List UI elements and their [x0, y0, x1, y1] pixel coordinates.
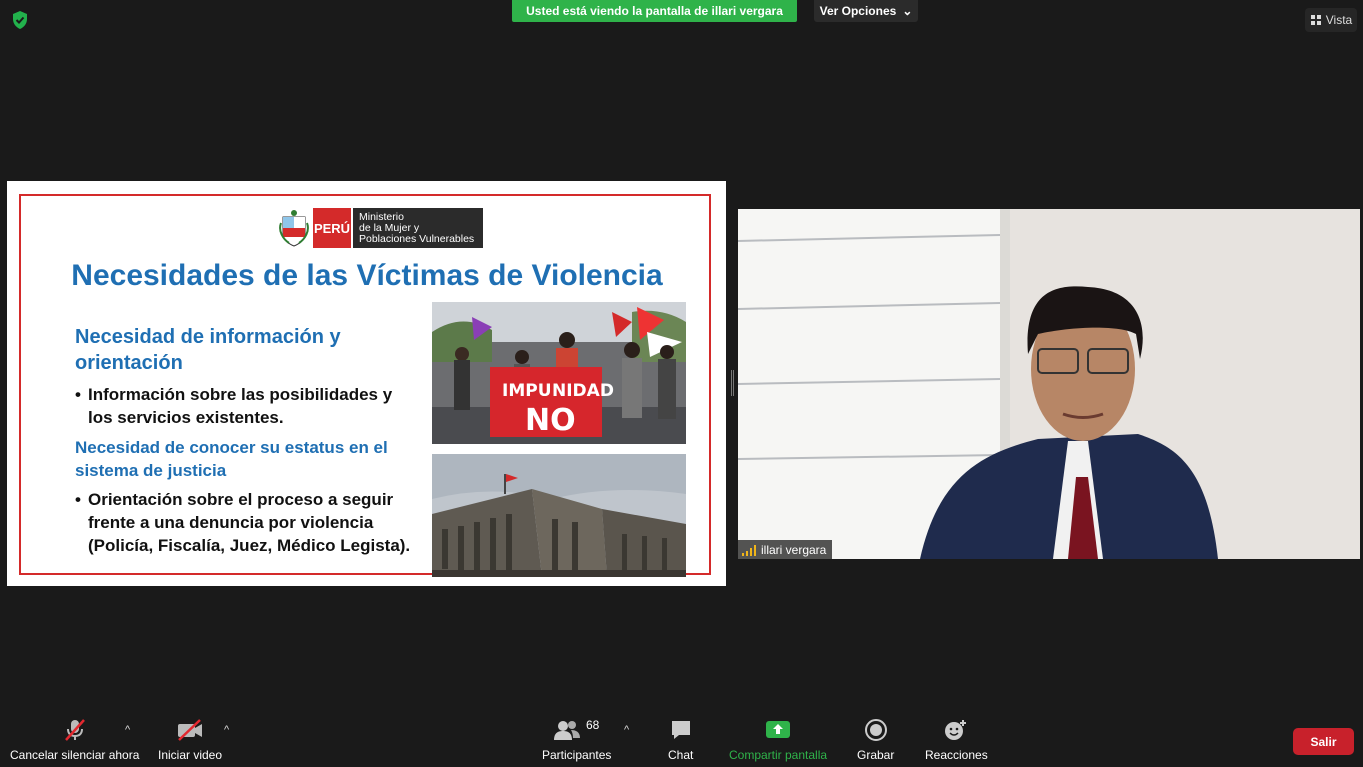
chevron-up-icon[interactable]: ^ [125, 724, 130, 736]
view-options-label: Ver Opciones [819, 4, 897, 18]
chat-icon [671, 721, 690, 739]
bullet-mark: • [75, 490, 81, 509]
sign-text-1: IMPU [502, 381, 552, 401]
mute-button[interactable]: Cancelar silenciar ahora [10, 718, 139, 762]
participants-count: 68 [586, 718, 600, 732]
share-screen-icon [766, 721, 791, 738]
grid-icon [1310, 15, 1321, 25]
logo-line-2: de la Mujer y [359, 221, 420, 234]
smiley-plus-icon [945, 720, 967, 740]
camera-off-icon [178, 719, 203, 741]
banner-text: Usted está viendo la pantalla de illari … [526, 4, 783, 18]
view-options-button[interactable]: Ver Opciones ⌄ [814, 0, 918, 22]
signal-strength-icon [742, 544, 756, 556]
share-label: Compartir pantalla [729, 748, 828, 762]
meeting-window: Usted está viendo la pantalla de illari … [0, 0, 1363, 767]
section2-bullet: • Orientación sobre el proceso a seguir f… [75, 488, 420, 557]
bullet-mark: • [75, 385, 81, 404]
protest-photo: IMPU NIDAD NO [432, 302, 686, 444]
participant-name-tag: illari vergara [738, 540, 833, 559]
leave-button[interactable]: Salir [1293, 728, 1354, 755]
video-label: Iniciar video [158, 748, 223, 762]
participant-name: illari vergara [761, 542, 827, 557]
share-screen-button[interactable]: Compartir pantalla [729, 718, 827, 762]
reactions-button[interactable]: Reacciones [925, 718, 988, 762]
participants-label: Participantes [542, 748, 612, 762]
screen-share-banner: Usted está viendo la pantalla de illari … [512, 0, 797, 22]
slide-title: Necesidades de las Víctimas de Violencia [71, 259, 663, 292]
participants-icon [554, 721, 580, 740]
coat-of-arms-icon [279, 210, 309, 247]
microphone-muted-icon [64, 719, 85, 741]
logo-line-3: Poblaciones Vulnerables [359, 232, 475, 245]
shared-screen: PERÚ Ministerio de la Mujer y Poblacione… [7, 181, 726, 586]
shield-check-icon[interactable] [10, 10, 30, 30]
bullet-text: Información sobre las posibilidades y lo… [88, 385, 393, 427]
record-button[interactable]: Grabar [857, 718, 894, 762]
chat-label: Chat [668, 748, 694, 762]
chevron-up-icon[interactable]: ^ [224, 724, 229, 736]
section2-heading: Necesidad de conocer su estatus en el si… [75, 438, 388, 480]
bullet-text: Orientación sobre el proceso a seguir fr… [88, 490, 411, 555]
sign-text-3: NO [525, 403, 576, 438]
logo-ministry: Ministerio de la Mujer y Poblaciones Vul… [353, 208, 483, 248]
logo-country: PERÚ [313, 208, 353, 248]
ministry-logo: PERÚ Ministerio de la Mujer y Poblacione… [279, 208, 483, 248]
mute-label: Cancelar silenciar ahora [10, 748, 140, 762]
leave-label: Salir [1310, 734, 1337, 749]
reactions-label: Reacciones [925, 748, 988, 762]
record-icon [864, 719, 887, 741]
record-label: Grabar [857, 748, 895, 762]
slide-frame: PERÚ Ministerio de la Mujer y Poblacione… [19, 194, 711, 577]
section1-bullet: • Información sobre las posibilidades y l… [75, 383, 415, 429]
logo-line-1: Ministerio [359, 210, 404, 223]
palace-of-justice-photo [432, 454, 686, 577]
chat-button[interactable]: Chat [668, 718, 693, 762]
participant-video[interactable] [738, 209, 1360, 559]
sign-text-2: NIDAD [552, 381, 614, 401]
video-button[interactable]: Iniciar video [158, 718, 222, 762]
chevron-up-icon[interactable]: ^ [624, 724, 629, 736]
participants-button[interactable]: 68 Participantes [542, 718, 611, 762]
view-button[interactable]: Vista [1305, 8, 1357, 32]
view-label: Vista [1325, 13, 1353, 27]
chevron-down-icon: ⌄ [902, 4, 913, 18]
resize-handle[interactable] [731, 370, 734, 396]
section1-heading: Necesidad de información y orientación [75, 326, 341, 374]
